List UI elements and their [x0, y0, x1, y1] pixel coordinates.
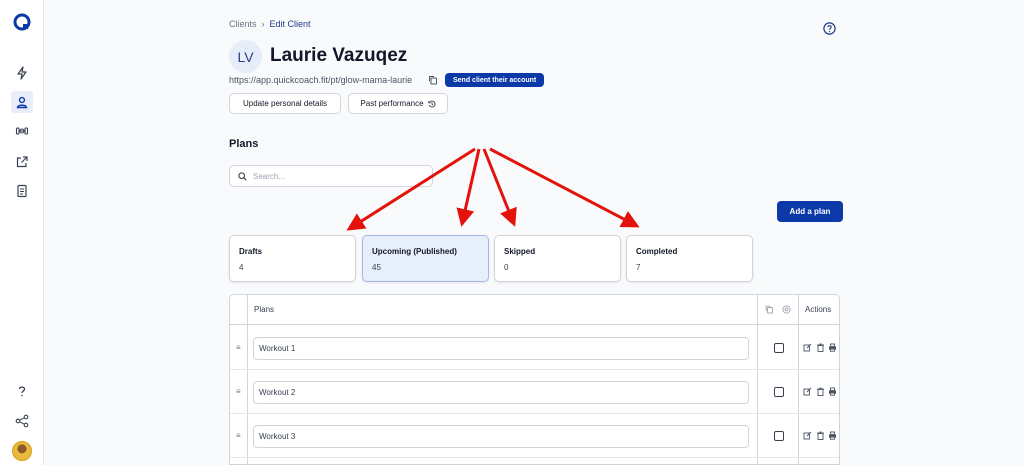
stat-card-drafts[interactable]: Drafts 4 [229, 235, 356, 282]
breadcrumb-current: Edit Client [269, 19, 311, 29]
edit-icon[interactable] [803, 343, 812, 352]
plans-search[interactable] [229, 165, 433, 187]
arrow-to-upcoming [456, 148, 481, 227]
stat-card-completed[interactable]: Completed 7 [626, 235, 753, 282]
copy-icon[interactable] [428, 75, 438, 85]
client-initials: LV [237, 48, 254, 65]
help-circle-icon[interactable] [823, 22, 836, 35]
print-icon[interactable] [828, 343, 837, 352]
plans-table: Plans Actions ≡ ≡ [229, 294, 840, 465]
stat-label: Completed [636, 247, 678, 256]
arrow-to-completed [489, 147, 640, 228]
client-url: https://app.quickcoach.fit/pt/glow-mama-… [229, 75, 413, 85]
row-checkbox[interactable] [774, 343, 784, 353]
row-checkbox[interactable] [774, 431, 784, 441]
plan-name-input[interactable] [253, 425, 749, 448]
stat-card-upcoming[interactable]: Upcoming (Published) 45 [362, 235, 489, 282]
update-personal-details-label: Update personal details [242, 99, 328, 108]
stat-card-skipped[interactable]: Skipped 0 [494, 235, 621, 282]
print-icon[interactable] [828, 431, 837, 440]
user-avatar[interactable] [12, 441, 32, 461]
external-link-icon[interactable] [11, 151, 33, 173]
stat-count: 4 [239, 263, 244, 272]
stat-count: 7 [636, 263, 641, 272]
stat-count: 45 [372, 263, 381, 272]
history-icon [427, 100, 436, 108]
table-row: ≡ [230, 326, 839, 370]
column-header-plans: Plans [254, 305, 275, 314]
client-name: Laurie Vazuqez [270, 45, 408, 66]
trash-icon[interactable] [816, 343, 825, 352]
table-row: ≡ [230, 370, 839, 414]
help-icon[interactable] [11, 380, 33, 402]
breadcrumb: Clients › Edit Client [229, 19, 311, 29]
main-content: Clients › Edit Client LV Laurie Vazuqez … [44, 0, 1024, 465]
stat-label: Upcoming (Published) [372, 247, 457, 256]
print-icon[interactable] [828, 387, 837, 396]
document-icon[interactable] [11, 180, 33, 202]
table-row: ≡ [230, 414, 839, 458]
lightning-icon[interactable] [11, 62, 33, 84]
stat-label: Drafts [239, 247, 263, 256]
share-icon[interactable] [11, 410, 33, 432]
past-performance-button[interactable]: Past performance [348, 93, 448, 114]
table-header: Plans Actions [230, 295, 839, 325]
settings-column-icon[interactable] [782, 305, 791, 314]
stat-count: 0 [504, 263, 509, 272]
plans-heading: Plans [229, 138, 259, 150]
drag-handle-icon[interactable]: ≡ [236, 343, 241, 352]
search-icon [238, 171, 247, 181]
plan-name-input[interactable] [253, 337, 749, 360]
quickcoach-logo-icon[interactable] [11, 11, 33, 33]
add-plan-button[interactable]: Add a plan [777, 201, 843, 222]
past-performance-label: Past performance [360, 99, 424, 108]
arrow-to-skipped [482, 148, 517, 227]
send-account-button[interactable]: Send client their account [445, 73, 545, 87]
breadcrumb-separator: › [261, 19, 265, 29]
search-input[interactable] [253, 171, 423, 181]
edit-icon[interactable] [803, 387, 812, 396]
update-personal-details-button[interactable]: Update personal details [229, 93, 341, 114]
sidebar [0, 0, 44, 465]
client-avatar: LV [229, 40, 262, 73]
trash-icon[interactable] [816, 387, 825, 396]
arrow-to-drafts [346, 147, 476, 231]
plan-name-input[interactable] [253, 381, 749, 404]
dumbbell-icon[interactable] [11, 120, 33, 142]
stat-label: Skipped [504, 247, 536, 256]
trash-icon[interactable] [816, 431, 825, 440]
drag-handle-icon[interactable]: ≡ [236, 431, 241, 440]
copy-column-icon[interactable] [765, 305, 774, 314]
row-checkbox[interactable] [774, 387, 784, 397]
edit-icon[interactable] [803, 431, 812, 440]
drag-handle-icon[interactable]: ≡ [236, 387, 241, 396]
breadcrumb-clients-link[interactable]: Clients [229, 19, 257, 29]
user-icon[interactable] [11, 91, 33, 113]
column-header-actions: Actions [805, 305, 832, 314]
